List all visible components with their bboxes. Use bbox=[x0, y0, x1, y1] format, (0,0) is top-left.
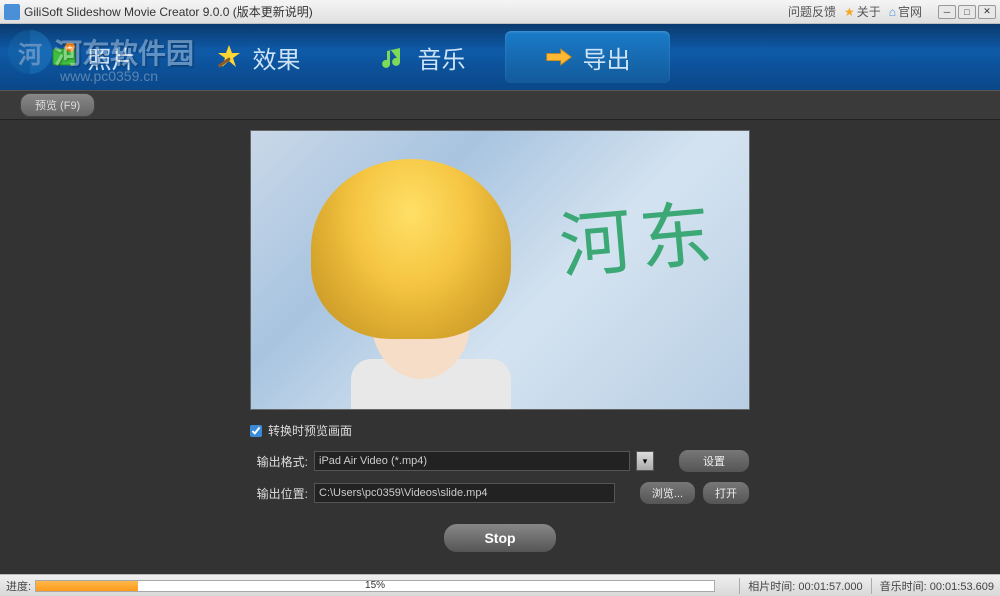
watermark-url: www.pc0359.cn bbox=[60, 68, 158, 84]
effect-icon bbox=[215, 43, 243, 71]
photo-time-value: 00:01:57.000 bbox=[798, 581, 862, 593]
format-label: 输出格式: bbox=[250, 453, 308, 470]
progress-text: 15% bbox=[36, 580, 714, 591]
photo-time-label: 相片时间: bbox=[748, 581, 795, 593]
browse-button[interactable]: 浏览... bbox=[639, 481, 696, 505]
music-time-value: 00:01:53.609 bbox=[930, 581, 994, 593]
feedback-link[interactable]: 问题反馈 bbox=[788, 3, 836, 20]
progress-bar: 15% bbox=[35, 580, 715, 592]
official-link[interactable]: ⌂ 官网 bbox=[889, 3, 922, 20]
preview-button[interactable]: 预览 (F9) bbox=[20, 93, 95, 117]
music-icon bbox=[380, 43, 408, 71]
main-panel: 河东 转换时预览画面 输出格式: iPad Air Video (*.mp4) … bbox=[0, 120, 1000, 574]
output-location-input[interactable] bbox=[314, 483, 615, 503]
minimize-button[interactable]: ─ bbox=[938, 5, 956, 19]
preview-image: 河东 bbox=[250, 130, 750, 410]
progress-label: 进度: bbox=[6, 578, 31, 594]
toolbar: 预览 (F9) bbox=[0, 90, 1000, 120]
tab-music[interactable]: 音乐 bbox=[340, 31, 505, 83]
photo-icon: + bbox=[50, 43, 78, 71]
close-button[interactable]: ✕ bbox=[978, 5, 996, 19]
settings-button[interactable]: 设置 bbox=[678, 449, 750, 473]
music-time-label: 音乐时间: bbox=[880, 581, 927, 593]
handwriting-text: 河东 bbox=[555, 174, 724, 293]
about-link[interactable]: ★ 关于 bbox=[844, 3, 881, 20]
output-format-select[interactable]: iPad Air Video (*.mp4) bbox=[314, 451, 630, 471]
export-icon bbox=[545, 43, 573, 71]
titlebar: GiliSoft Slideshow Movie Creator 9.0.0 (… bbox=[0, 0, 1000, 24]
open-button[interactable]: 打开 bbox=[702, 481, 750, 505]
statusbar: 进度: 15% 相片时间: 00:01:57.000 音乐时间: 00:01:5… bbox=[0, 574, 1000, 596]
star-icon: ★ bbox=[844, 5, 855, 19]
home-icon: ⌂ bbox=[889, 5, 896, 19]
tab-export[interactable]: 导出 bbox=[505, 31, 670, 83]
stop-button[interactable]: Stop bbox=[443, 523, 556, 553]
svg-text:+: + bbox=[67, 43, 72, 52]
app-title: GiliSoft Slideshow Movie Creator 9.0.0 (… bbox=[24, 3, 313, 20]
tab-effect[interactable]: 效果 bbox=[175, 31, 340, 83]
checkbox-label: 转换时预览画面 bbox=[268, 422, 352, 439]
app-icon bbox=[4, 4, 20, 20]
maximize-button[interactable]: □ bbox=[958, 5, 976, 19]
preview-while-converting-checkbox[interactable] bbox=[250, 425, 262, 437]
format-dropdown-icon[interactable]: ▾ bbox=[636, 451, 654, 471]
location-label: 输出位置: bbox=[250, 485, 308, 502]
